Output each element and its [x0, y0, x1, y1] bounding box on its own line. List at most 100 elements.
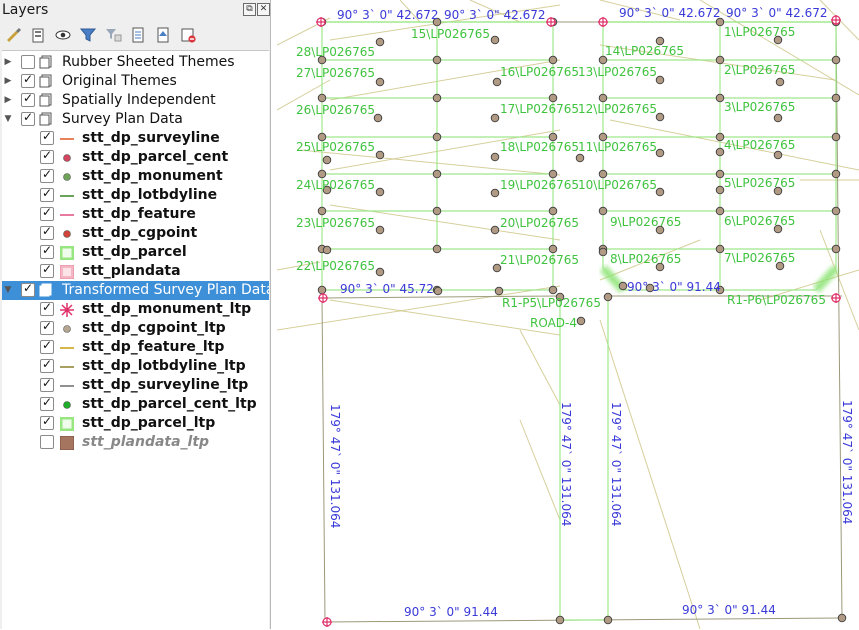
collapse-arrow-icon[interactable]: ▼	[3, 114, 13, 124]
layer-row[interactable]: stt_dp_parcel	[2, 243, 269, 262]
cgpoint-vertex	[715, 55, 725, 65]
layer-visibility-checkbox[interactable]	[40, 395, 54, 411]
bearing-label: 90° 3` 0" 91.44	[682, 603, 776, 617]
layer-label: stt_dp_cgpoint	[82, 225, 198, 241]
layer-visibility-checkbox[interactable]	[40, 186, 54, 202]
layer-visibility-checkbox[interactable]	[40, 148, 54, 164]
layer-row[interactable]: stt_dp_feature	[2, 205, 269, 224]
cgpoint-vertex	[375, 225, 385, 235]
layer-group-row[interactable]: ▼ Survey Plan Data	[2, 110, 269, 129]
reserve-label: R1-P6\LP026765	[727, 293, 826, 307]
layer-visibility-checkbox[interactable]	[40, 414, 54, 430]
layer-label: stt_dp_monument	[82, 168, 223, 184]
visibility-icon[interactable]	[54, 26, 72, 44]
lot-label: 5\LP026765	[724, 176, 795, 190]
cgpoint-vertex	[322, 245, 332, 255]
cgpoint-vertex	[317, 169, 327, 179]
layer-row[interactable]: stt_dp_cgpoint_ltp	[2, 319, 269, 338]
line-symbol-icon	[60, 347, 74, 349]
group-visibility-checkbox[interactable]	[21, 281, 35, 297]
cgpoint-vertex	[432, 55, 442, 65]
layer-row[interactable]: stt_dp_cgpoint	[2, 224, 269, 243]
road-label: ROAD-4	[530, 316, 577, 330]
lot-label: 8\LP026765	[610, 252, 681, 266]
layer-label: stt_dp_parcel_cent	[82, 149, 229, 165]
bearing-label: 179° 47` 0" 131.064	[328, 404, 342, 528]
layer-visibility-checkbox[interactable]	[40, 319, 54, 335]
layer-group-row[interactable]: ▼ Transformed Survey Plan Data	[2, 281, 269, 300]
remove-layer-icon[interactable]	[179, 26, 197, 44]
cgpoint-vertex	[715, 132, 725, 142]
layer-tree[interactable]: ▶ Rubber Sheeted Themes ▶ Original Themes ▶ S…	[2, 50, 269, 630]
layer-label: stt_dp_lotbdyline	[82, 187, 218, 203]
bearing-label: 179° 47` 0" 131.064	[559, 402, 573, 526]
layer-row[interactable]: stt_dp_feature_ltp	[2, 338, 269, 357]
layer-label: stt_dp_surveyline	[82, 130, 220, 146]
layer-group-row[interactable]: ▶ Spatially Independent	[2, 91, 269, 110]
group-visibility-checkbox[interactable]	[21, 55, 35, 69]
lot-label: 26\LP026765	[296, 103, 375, 117]
point-symbol-icon	[63, 325, 71, 333]
filter-legend-icon[interactable]	[104, 26, 122, 44]
group-visibility-checkbox[interactable]	[21, 110, 35, 126]
layer-visibility-checkbox[interactable]	[40, 243, 54, 259]
layer-row[interactable]: stt_dp_parcel_ltp	[2, 414, 269, 433]
bearing-label: 179° 47` 0" 131.064	[840, 400, 854, 524]
layer-group-row[interactable]: ▶ Rubber Sheeted Themes	[2, 53, 269, 72]
layer-visibility-checkbox[interactable]	[40, 357, 54, 373]
layer-row[interactable]: stt_dp_surveyline	[2, 129, 269, 148]
style-manager-icon[interactable]	[4, 26, 22, 44]
line-symbol-icon	[60, 385, 74, 387]
layer-visibility-checkbox[interactable]	[40, 262, 54, 278]
layer-label: stt_dp_parcel_cent_ltp	[82, 396, 257, 412]
layer-row[interactable]: stt_dp_parcel_cent	[2, 148, 269, 167]
layer-visibility-checkbox[interactable]	[40, 205, 54, 221]
lot-label: 10\LP026765	[578, 178, 657, 192]
expand-all-icon[interactable]	[129, 26, 147, 44]
cgpoint-vertex	[494, 286, 504, 296]
group-visibility-checkbox[interactable]	[21, 72, 35, 88]
collapse-all-icon[interactable]	[154, 26, 172, 44]
layer-row[interactable]: stt_dp_monument_ltp	[2, 300, 269, 319]
cgpoint-vertex	[490, 188, 500, 198]
add-group-icon[interactable]	[29, 26, 47, 44]
cgpoint-vertex	[831, 132, 841, 142]
layer-row[interactable]: stt_dp_lotbdyline_ltp	[2, 357, 269, 376]
layer-row[interactable]: stt_dp_parcel_cent_ltp	[2, 395, 269, 414]
layer-row[interactable]: stt_dp_monument	[2, 167, 269, 186]
layer-row[interactable]: stt_plandata_ltp	[2, 433, 269, 452]
layer-row[interactable]: stt_dp_surveyline_ltp	[2, 376, 269, 395]
cgpoint-vertex	[432, 244, 442, 254]
layer-row[interactable]: stt_dp_lotbdyline	[2, 186, 269, 205]
layer-visibility-checkbox[interactable]	[40, 435, 54, 449]
group-visibility-checkbox[interactable]	[21, 91, 35, 107]
close-panel-button[interactable]: ✕	[257, 3, 270, 16]
layer-label: stt_dp_cgpoint_ltp	[82, 320, 226, 336]
expand-arrow-icon[interactable]: ▶	[3, 57, 13, 67]
feature-line	[519, 419, 561, 521]
layer-visibility-checkbox[interactable]	[40, 167, 54, 183]
cgpoint-vertex	[603, 615, 613, 625]
layer-visibility-checkbox[interactable]	[40, 129, 54, 145]
filter-icon[interactable]	[79, 26, 97, 44]
map-canvas[interactable]: 90° 3` 0" 42.672 90° 3` 0" 42.672 90° 3` 0…	[277, 0, 859, 629]
collapse-arrow-icon[interactable]: ▼	[3, 285, 13, 295]
expand-arrow-icon[interactable]: ▶	[3, 76, 13, 86]
cgpoint-vertex	[555, 615, 565, 625]
lot-label: 20\LP026765	[500, 216, 579, 230]
layer-visibility-checkbox[interactable]	[40, 376, 54, 392]
bearing-label: 90° 3` 0" 42.672	[337, 8, 439, 22]
cgpoint-vertex	[603, 292, 613, 302]
layer-visibility-checkbox[interactable]	[40, 224, 54, 240]
layer-row[interactable]: stt_plandata	[2, 262, 269, 281]
layer-visibility-checkbox[interactable]	[40, 338, 54, 354]
cgpoint-vertex	[432, 206, 442, 216]
expand-arrow-icon[interactable]: ▶	[3, 95, 13, 105]
group-icon	[39, 112, 52, 126]
layer-visibility-checkbox[interactable]	[40, 300, 54, 316]
layer-group-row[interactable]: ▶ Original Themes	[2, 72, 269, 91]
float-panel-button[interactable]: ⧉	[243, 3, 256, 16]
lot-label: 18\LP026765	[500, 140, 579, 154]
parcel-edge	[815, 267, 837, 291]
polygon-glow-symbol-icon	[60, 417, 74, 431]
